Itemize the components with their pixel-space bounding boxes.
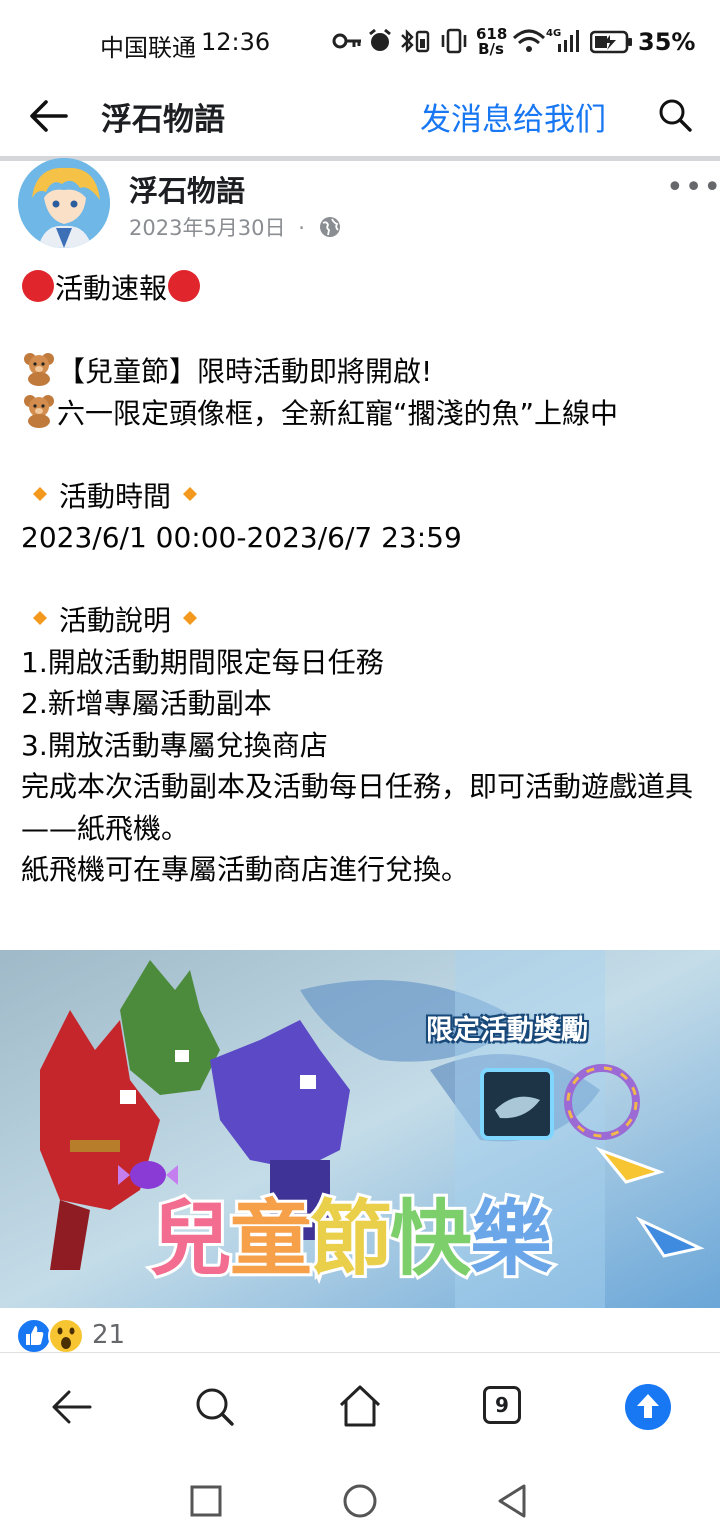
header-divider (0, 156, 720, 161)
post-meta: 2023年5月30日 · (129, 212, 342, 242)
net-speed-unit: B/s (478, 40, 504, 58)
tabs-button[interactable]: 9 (483, 1386, 521, 1424)
orange-diamond-icon (183, 611, 198, 625)
battery-icon (590, 30, 632, 54)
post-line-text: 完成本次活動副本及活動每日任務，即可活動遊戲道具——紙飛機。 (21, 770, 694, 845)
avatar[interactable] (18, 158, 110, 248)
vibrate-icon (441, 28, 467, 54)
post-line-text: 1.開啟活動期間限定每日任務 (21, 645, 384, 679)
teddy-bear-icon (24, 353, 54, 386)
banner-title-char: 童 (227, 1189, 315, 1290)
meta-separator: · (298, 216, 305, 240)
teddy-bear-icon (24, 394, 54, 428)
search-icon[interactable] (656, 96, 694, 134)
back-arrow-icon[interactable] (28, 98, 70, 134)
banner-title-char: 快 (387, 1189, 475, 1290)
red-circle-icon (168, 270, 201, 302)
post-line: 六一限定頭像框，全新紅寵“擱淺的魚”上線中 (21, 393, 711, 435)
post-line: 3.開放活動專屬兌換商店 (21, 725, 711, 767)
post-line: 活動說明 (21, 600, 711, 642)
alarm-icon (369, 28, 391, 51)
key-icon (332, 33, 361, 49)
banner-title-char: 樂 (467, 1189, 555, 1290)
signal-icon (558, 30, 579, 52)
tab-count: 9 (495, 1393, 509, 1417)
globe-icon (319, 217, 340, 237)
like-icon (16, 1318, 52, 1354)
bluetooth-battery-icon (401, 29, 430, 53)
post-line: 紙飛機可在專屬活動商店進行兌換。 (21, 849, 711, 891)
browser-search-icon[interactable] (193, 1385, 237, 1429)
reaction-count[interactable]: 21 (92, 1320, 125, 1350)
banner-reward-label: 限定活動獎勵 (426, 1015, 588, 1046)
post-line-text: 【兒童節】限時活動即將開啟! (57, 355, 433, 388)
orange-diamond-icon (33, 611, 47, 625)
more-options-icon[interactable]: ••• (666, 170, 720, 205)
post-line: 活動速報 (21, 268, 711, 310)
post-line: 1.開啟活動期間限定每日任務 (21, 642, 711, 684)
browser-toolbar: 9 (0, 1352, 720, 1461)
carrier-label: 中国联通 (100, 34, 196, 62)
system-back-icon[interactable] (494, 1482, 530, 1520)
post-body: 活動速報 【兒童節】限時活動即將開啟! 六一限定頭像框，全新紅寵“擱淺的魚”上線… (21, 268, 711, 891)
app-header: 浮石物語 发消息给我们 (0, 80, 720, 158)
wifi-icon (512, 29, 546, 52)
banner-title-char: 兒 (147, 1189, 235, 1290)
net-speed: 618 B/s (476, 27, 507, 58)
post-line-text: 3.開放活動專屬兌換商店 (21, 728, 328, 762)
system-home-icon[interactable] (342, 1483, 378, 1519)
post-line-text: 紙飛機可在專屬活動商店進行兌換。 (21, 853, 470, 886)
post-line: 2023/6/1 00:00-2023/6/7 23:59 (21, 517, 711, 559)
post-line-text: 六一限定頭像框，全新紅寵“擱淺的魚”上線中 (57, 396, 619, 430)
orange-diamond-icon (183, 486, 198, 501)
browser-back-icon[interactable] (50, 1387, 94, 1427)
post-line-text: 活動說明 (59, 604, 172, 637)
recent-apps-icon[interactable] (189, 1484, 223, 1518)
system-navigation-bar (0, 1460, 720, 1540)
clock: 12:36 (201, 28, 271, 56)
status-bar: 中国联通 12:36 618 B/s 4G 35% (0, 0, 720, 80)
battery-percent: 35% (638, 28, 696, 56)
orange-diamond-icon (33, 486, 47, 501)
post-line-text: 2023/6/1 00:00-2023/6/7 23:59 (21, 521, 462, 554)
post-line-text: 活動時間 (59, 479, 172, 513)
post-line: 完成本次活動副本及活動每日任務，即可活動遊戲道具——紙飛機。 (21, 766, 711, 849)
banner-title: 兒童節快樂 (147, 1172, 555, 1291)
page-title: 浮石物語 (101, 102, 225, 138)
post-line-text: 活動速報 (55, 272, 168, 305)
post-author[interactable]: 浮石物語 (129, 168, 245, 210)
banner-title-char: 節 (307, 1189, 395, 1290)
red-circle-icon (22, 270, 54, 302)
wow-icon (48, 1318, 84, 1354)
post-line: 2.新增專屬活動副本 (21, 683, 711, 725)
upload-arrow-icon[interactable] (624, 1383, 672, 1431)
post-line-text: 2.新增專屬活動副本 (21, 687, 272, 720)
home-icon[interactable] (337, 1383, 383, 1429)
send-message-button[interactable]: 发消息给我们 (420, 94, 606, 139)
post-line: 活動時間 (21, 476, 711, 518)
post-date[interactable]: 2023年5月30日 (129, 216, 286, 240)
post-line: 【兒童節】限時活動即將開啟! (21, 351, 711, 393)
